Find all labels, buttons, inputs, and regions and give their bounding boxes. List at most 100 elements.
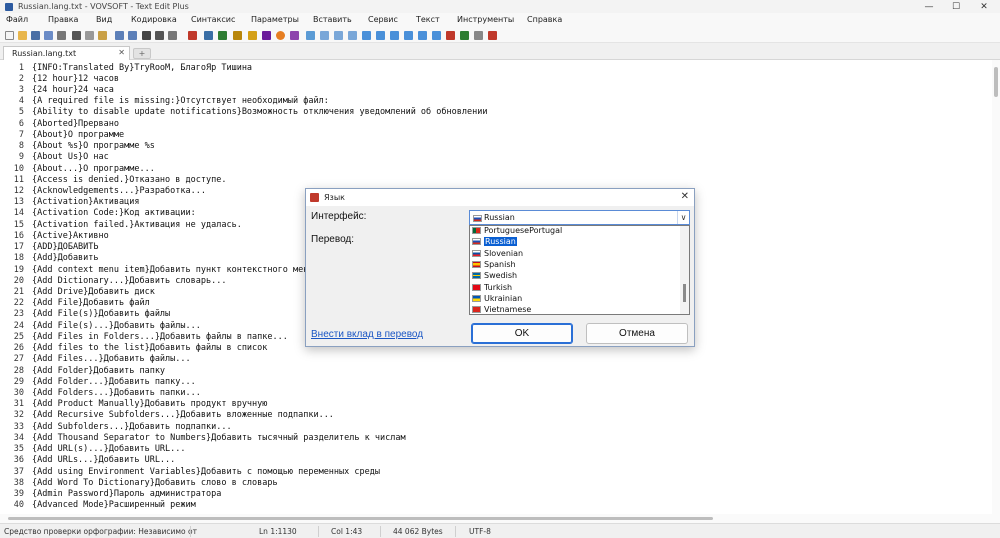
tab-russian-lang[interactable]: Russian.lang.txt ✕ xyxy=(3,46,130,60)
date-icon[interactable] xyxy=(218,31,227,40)
line-text[interactable]: {Access is denied.}Отказано в доступе. xyxy=(32,175,226,185)
calendar-red-icon[interactable] xyxy=(446,31,455,40)
chevron-down-icon[interactable]: ∨ xyxy=(677,211,689,224)
menu-service[interactable]: Сервис xyxy=(368,15,398,24)
plugin-icon[interactable] xyxy=(460,31,469,40)
line-text[interactable]: {Admin Password}Пароль администратора xyxy=(32,489,221,499)
arrow-right-icon[interactable] xyxy=(376,31,385,40)
line-text[interactable]: {Add using Environment Variables}Добавит… xyxy=(32,467,380,477)
scroll-thumb[interactable] xyxy=(8,517,713,520)
editor-line[interactable]: 10 {About...}О программе... xyxy=(0,163,155,174)
line-text[interactable]: {Activation failed.}Активация не удалась… xyxy=(32,220,242,230)
line-text[interactable]: {Add Dictionary...}Добавить словарь... xyxy=(32,276,226,286)
lock-small-icon[interactable] xyxy=(474,31,483,40)
editor-line[interactable]: 13 {Activation}Активация xyxy=(0,197,140,208)
exit-icon[interactable] xyxy=(488,31,497,40)
language-dropdown-list[interactable]: PortuguesePortugal Russian Slovenian Spa… xyxy=(469,225,690,315)
line-text[interactable]: {Add Folder...}Добавить папку... xyxy=(32,377,196,387)
calendar-icon[interactable] xyxy=(204,31,213,40)
editor-line[interactable]: 11 {Access is denied.}Отказано в доступе. xyxy=(0,174,227,185)
editor-line[interactable]: 1 {INFO:Translated By}TryRooM, БлагоЯр Ти… xyxy=(0,62,252,73)
close-button[interactable]: ✕ xyxy=(972,0,996,13)
editor-line[interactable]: 4 {A required file is missing:}Отсутствуе… xyxy=(0,96,329,107)
dialog-close-icon[interactable]: ✕ xyxy=(681,191,689,202)
editor-line[interactable]: 24 {Add File(s)...}Добавить файлы... xyxy=(0,320,201,331)
editor-line[interactable]: 39 {Admin Password}Пароль администратора xyxy=(0,488,222,499)
menu-help[interactable]: Справка xyxy=(527,15,562,24)
language-option-vietnamese[interactable]: Vietnamese xyxy=(470,304,682,314)
editor-line[interactable]: 3 {24 hour}24 часа xyxy=(0,84,114,95)
line-text[interactable]: {Add File}Добавить файл xyxy=(32,298,150,308)
line-text[interactable]: {Add Drive}Добавить диск xyxy=(32,287,155,297)
document-icon[interactable] xyxy=(418,31,427,40)
goto-icon[interactable] xyxy=(168,31,177,40)
line-text[interactable]: {Active}Активно xyxy=(32,231,109,241)
editor-line[interactable]: 5 {Ability to disable update notification… xyxy=(0,107,488,118)
minimize-button[interactable]: — xyxy=(917,0,941,13)
editor-line[interactable]: 9 {About Us}О нас xyxy=(0,152,109,163)
redo-icon[interactable] xyxy=(128,31,137,40)
dropdown-scrollbar[interactable] xyxy=(680,226,689,314)
list-icon[interactable] xyxy=(320,31,329,40)
line-text[interactable]: {Add Files in Folders...}Добавить файлы … xyxy=(32,332,288,342)
line-text[interactable]: {About Us}О нас xyxy=(32,152,109,162)
editor-line[interactable]: 36 {Add URLs...}Добавить URL... xyxy=(0,455,176,466)
editor-line[interactable]: 26 {Add files to the list}Добавить файлы … xyxy=(0,343,268,354)
folder-icon[interactable] xyxy=(248,31,257,40)
color-icon[interactable] xyxy=(276,31,285,40)
language-option-slovenian[interactable]: Slovenian xyxy=(470,248,682,259)
menu-view[interactable]: Вид xyxy=(96,15,112,24)
editor-line[interactable]: 28 {Add Folder}Добавить папку xyxy=(0,365,165,376)
language-option-portuguese[interactable]: PortuguesePortugal xyxy=(470,226,682,236)
language-option-swedish[interactable]: Swedish xyxy=(470,270,682,281)
editor-line[interactable]: 40 {Advanced Mode}Расширенный режим xyxy=(0,500,196,511)
editor-line[interactable]: 14 {Activation Code:}Код активации: xyxy=(0,208,196,219)
line-text[interactable]: {Add Subfolders...}Добавить подпапки... xyxy=(32,422,232,432)
open-file-icon[interactable] xyxy=(18,31,27,40)
line-text[interactable]: {12 hour}12 часов xyxy=(32,74,119,84)
editor-line[interactable]: 33 {Add Subfolders...}Добавить подпапки..… xyxy=(0,421,232,432)
stats-icon[interactable] xyxy=(362,31,371,40)
menu-options[interactable]: Параметры xyxy=(251,15,299,24)
editor-line[interactable]: 38 {Add Word To Dictionary}Добавить слово… xyxy=(0,477,278,488)
interface-language-select[interactable]: Russian ∨ xyxy=(469,210,690,225)
editor-line[interactable]: 35 {Add URL(s)...}Добавить URL... xyxy=(0,443,186,454)
sort-icon[interactable] xyxy=(404,31,413,40)
editor-line[interactable]: 22 {Add File}Добавить файл xyxy=(0,298,150,309)
menu-file[interactable]: Файл xyxy=(6,15,28,24)
line-text[interactable]: {Activation Code:}Код активации: xyxy=(32,208,196,218)
scroll-thumb[interactable] xyxy=(683,284,686,302)
new-tab-button[interactable]: + xyxy=(133,48,151,59)
menu-insert[interactable]: Вставить xyxy=(313,15,352,24)
find-icon[interactable] xyxy=(142,31,151,40)
line-text[interactable]: {Add File(s)...}Добавить файлы... xyxy=(32,321,201,331)
vertical-scrollbar[interactable] xyxy=(992,60,1000,514)
maximize-button[interactable]: ☐ xyxy=(944,0,968,13)
editor-line[interactable]: 6 {Aborted}Прервано xyxy=(0,118,119,129)
editor-line[interactable]: 15 {Activation failed.}Активация не удала… xyxy=(0,219,242,230)
paste-icon[interactable] xyxy=(98,31,107,40)
editor-line[interactable]: 17 {ADD}ДОБАВИТЬ xyxy=(0,242,99,253)
line-text[interactable]: {Add}Добавить xyxy=(32,253,99,263)
menu-syntax[interactable]: Синтаксис xyxy=(191,15,235,24)
cut-icon[interactable] xyxy=(72,31,81,40)
editor-line[interactable]: 12 {Acknowledgements...}Разработка... xyxy=(0,185,206,196)
line-text[interactable]: {Add context menu item}Добавить пункт ко… xyxy=(32,265,313,275)
menu-encoding[interactable]: Кодировка xyxy=(131,15,177,24)
editor-line[interactable]: 31 {Add Product Manually}Добавить продукт… xyxy=(0,399,268,410)
line-text[interactable]: {Add files to the list}Добавить файлы в … xyxy=(32,343,267,353)
line-text[interactable]: {Add Folders...}Добавить папки... xyxy=(32,388,201,398)
line-text[interactable]: {About %s}О программе %s xyxy=(32,141,155,151)
save-all-icon[interactable] xyxy=(44,31,53,40)
tab-close-icon[interactable]: ✕ xyxy=(118,48,125,57)
editor-line[interactable]: 8 {About %s}О программе %s xyxy=(0,141,155,152)
new-file-icon[interactable] xyxy=(5,31,14,40)
line-text[interactable]: {Add Recursive Subfolders...}Добавить вл… xyxy=(32,410,334,420)
language-option-turkish[interactable]: Turkish xyxy=(470,282,682,293)
editor-line[interactable]: 16 {Active}Активно xyxy=(0,230,109,241)
line-text[interactable]: {24 hour}24 часа xyxy=(32,85,114,95)
editor-line[interactable]: 21 {Add Drive}Добавить диск xyxy=(0,286,155,297)
line-text[interactable]: {ADD}ДОБАВИТЬ xyxy=(32,242,99,252)
editor-line[interactable]: 18 {Add}Добавить xyxy=(0,253,99,264)
line-text[interactable]: {Add URL(s)...}Добавить URL... xyxy=(32,444,186,454)
